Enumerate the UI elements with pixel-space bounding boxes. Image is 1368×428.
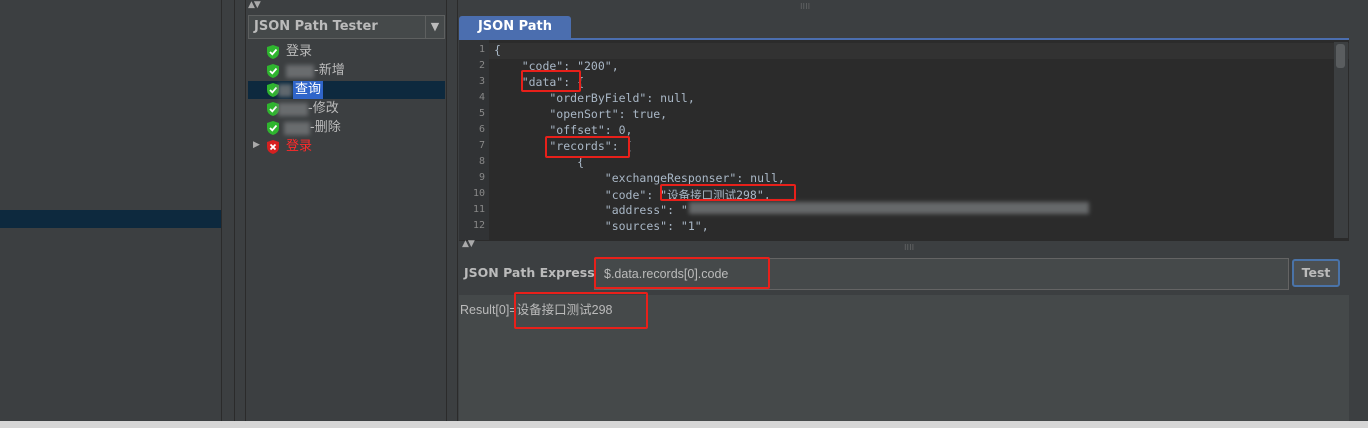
tree-item-query[interactable]: 查询 bbox=[248, 81, 445, 99]
chevron-down-icon[interactable]: ▼ bbox=[425, 16, 444, 38]
error-shield-icon bbox=[267, 140, 279, 154]
line-number: 4 bbox=[478, 92, 485, 103]
code-line: "exchangeResponser": null, bbox=[494, 171, 785, 185]
line-number-gutter: 1 2 3 4 5 6 7 8 9 10 11 12 bbox=[459, 40, 489, 240]
line-number: 6 bbox=[478, 124, 485, 135]
expand-arrow-icon[interactable]: ▶ bbox=[253, 140, 260, 150]
tree-item-login-error[interactable]: ▶ 登录 bbox=[248, 138, 445, 156]
line-number: 7 bbox=[478, 140, 485, 151]
annotation-box-data bbox=[521, 70, 581, 92]
right-edge bbox=[1349, 16, 1368, 428]
scrollbar-thumb[interactable] bbox=[1336, 44, 1345, 68]
redacted-text bbox=[284, 122, 310, 135]
code-line: "sources": "1", bbox=[494, 219, 709, 233]
renderer-select-value: JSON Path Tester bbox=[254, 19, 378, 34]
splitter-left[interactable] bbox=[221, 0, 235, 428]
line-number: 1 bbox=[478, 44, 485, 55]
success-shield-icon bbox=[267, 64, 279, 78]
code-line: "offset": 0, bbox=[494, 123, 633, 137]
tree-item-add[interactable]: -新增 bbox=[248, 62, 445, 80]
annotation-box-code-value bbox=[660, 184, 796, 201]
annotation-box-expression bbox=[594, 257, 770, 289]
tree-item-label: 登录 bbox=[286, 44, 313, 59]
line-number: 2 bbox=[478, 60, 485, 71]
splitter-grip-icon[interactable]: ⁝⁝⁝⁝ bbox=[904, 243, 914, 252]
annotation-box-result bbox=[514, 292, 648, 329]
tree-item-label: -删除 bbox=[310, 120, 341, 135]
editor-scrollbar[interactable] bbox=[1334, 42, 1348, 238]
redacted-address bbox=[689, 202, 1089, 214]
bottom-status-bar bbox=[0, 421, 1368, 428]
splitter-grip-icon[interactable]: ⁝⁝⁝⁝ bbox=[800, 2, 810, 11]
tree-item-delete[interactable]: -删除 bbox=[248, 119, 445, 137]
tree-item-label: -修改 bbox=[308, 101, 339, 116]
line-number: 9 bbox=[478, 172, 485, 183]
test-button[interactable]: Test bbox=[1292, 259, 1340, 287]
line-number: 5 bbox=[478, 108, 485, 119]
line-number: 3 bbox=[478, 76, 485, 87]
redacted-text bbox=[278, 103, 308, 116]
collapse-arrows-icon[interactable]: ▲▼ bbox=[248, 0, 261, 10]
tree-item-label: 登录 bbox=[286, 139, 313, 154]
annotation-box-records bbox=[545, 136, 630, 158]
tree-item-label: 查询 bbox=[293, 81, 324, 99]
selected-row-highlight bbox=[0, 210, 221, 228]
code-line: "orderByField": null, bbox=[494, 91, 695, 105]
current-line-highlight bbox=[489, 43, 1349, 59]
tree-item-edit[interactable]: -修改 bbox=[248, 100, 445, 118]
line-number: 12 bbox=[472, 220, 485, 231]
collapse-arrows-icon[interactable]: ▲▼ bbox=[462, 239, 475, 249]
redacted-text bbox=[278, 84, 292, 97]
line-number: 10 bbox=[472, 188, 485, 199]
success-shield-icon bbox=[267, 45, 279, 59]
line-number: 11 bbox=[472, 204, 485, 215]
line-number: 8 bbox=[478, 156, 485, 167]
tab-json-path-tester[interactable]: JSON Path Tester bbox=[459, 16, 571, 56]
code-line: "address": " bbox=[494, 203, 688, 217]
redacted-text bbox=[286, 65, 314, 78]
left-panel bbox=[0, 0, 221, 428]
splitter-gutter[interactable] bbox=[235, 0, 246, 428]
tree-item-login[interactable]: 登录 bbox=[248, 43, 445, 61]
splitter-right[interactable] bbox=[446, 0, 458, 428]
renderer-select[interactable]: JSON Path Tester ▼ bbox=[248, 15, 445, 39]
tree-item-label: -新增 bbox=[314, 63, 345, 78]
code-line: "openSort": true, bbox=[494, 107, 668, 121]
code-line: { bbox=[494, 43, 501, 57]
success-shield-icon bbox=[267, 121, 279, 135]
